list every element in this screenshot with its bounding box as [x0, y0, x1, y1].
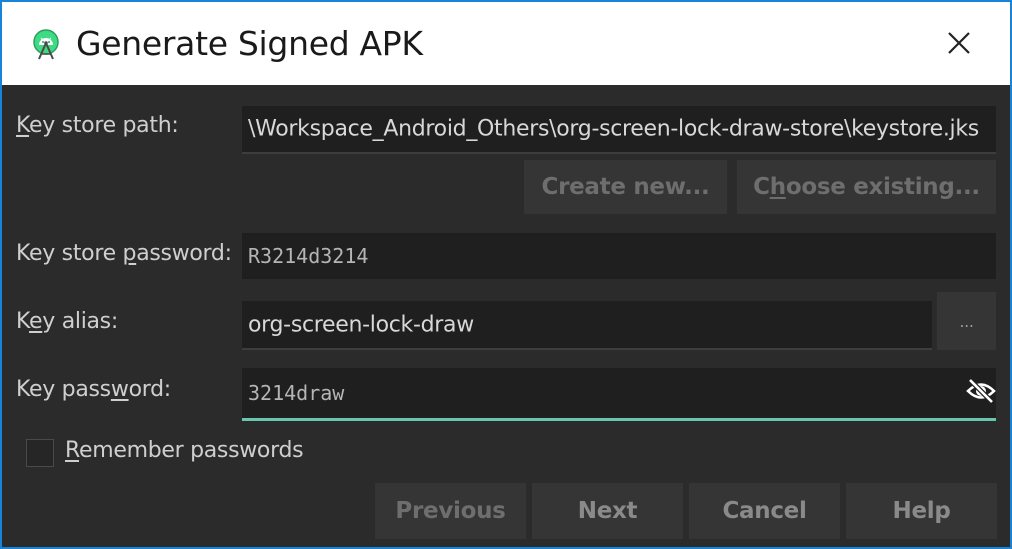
key-alias-field[interactable]: org-screen-lock-draw [242, 301, 932, 350]
help-button[interactable]: Help [846, 483, 997, 539]
browse-alias-button[interactable]: ... [937, 292, 996, 350]
cancel-button[interactable]: Cancel [689, 483, 840, 539]
android-studio-icon [33, 29, 59, 60]
keystore-password-label: Key store password: [16, 241, 232, 266]
key-password-value: 3214draw [248, 381, 345, 405]
keystore-path-value: \Workspace_Android_Others\org-screen-loc… [248, 116, 979, 142]
generate-signed-apk-dialog: Generate Signed APK Key store path: \Wor… [0, 0, 1012, 549]
key-password-label: Key password: [16, 377, 171, 402]
title-bar: Generate Signed APK [2, 2, 1010, 85]
keystore-password-value: R3214d3214 [248, 244, 369, 268]
dialog-title: Generate Signed APK [76, 24, 423, 63]
key-alias-label: Key alias: [16, 309, 118, 334]
key-alias-value: org-screen-lock-draw [248, 312, 474, 337]
remember-passwords-label: Remember passwords [65, 438, 304, 463]
remember-passwords-checkbox[interactable] [26, 439, 54, 467]
keystore-path-label: Key store path: [16, 113, 179, 138]
next-button[interactable]: Next [532, 483, 683, 539]
choose-existing-button[interactable]: Ch oose existing... [737, 160, 996, 214]
create-new-button[interactable]: Create new... [524, 160, 727, 214]
keystore-password-field[interactable]: R3214d3214 [242, 233, 996, 279]
previous-button[interactable]: Previous [375, 483, 526, 539]
key-password-field[interactable]: 3214draw [242, 368, 996, 421]
keystore-path-field[interactable]: \Workspace_Android_Others\org-screen-loc… [242, 106, 996, 154]
eye-slash-icon[interactable] [966, 377, 996, 405]
close-icon[interactable] [946, 30, 972, 56]
